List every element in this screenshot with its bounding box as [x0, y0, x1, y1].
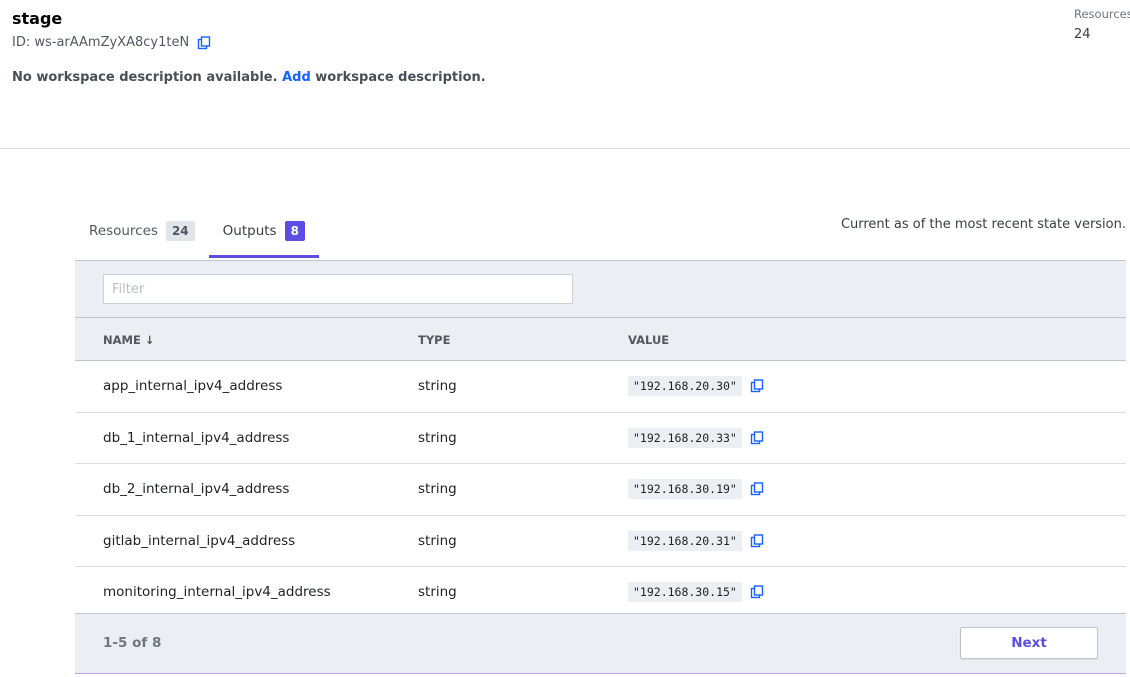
tab-count-badge: 24 — [165, 220, 195, 241]
workspace-id-row: ID: ws-arAAmZyXA8cy1teN — [12, 35, 211, 50]
output-name: monitoring_internal_ipv4_address — [103, 584, 331, 600]
column-header-type: TYPE — [418, 333, 451, 347]
copy-icon[interactable] — [750, 379, 764, 393]
column-header-name[interactable]: NAME ↓ — [103, 333, 154, 347]
output-value-cell: "192.168.30.19" — [628, 479, 764, 499]
table-row: monitoring_internal_ipv4_address string … — [75, 567, 1126, 619]
header-divider — [0, 148, 1130, 149]
pagination-bar: 1-5 of 8 Next — [75, 613, 1126, 673]
workspace-id: ID: ws-arAAmZyXA8cy1teN — [12, 35, 190, 50]
output-name: db_1_internal_ipv4_address — [103, 429, 290, 446]
tab-bar: Resources 24 Outputs 8 — [75, 203, 319, 258]
filter-input[interactable] — [103, 274, 573, 304]
arrow-down-icon: ↓ — [144, 333, 155, 347]
output-type: string — [418, 481, 457, 497]
output-value: "192.168.20.31" — [628, 530, 742, 551]
resources-summary-label: Resources — [1074, 7, 1130, 21]
table-row: gitlab_internal_ipv4_address string "192… — [75, 516, 1126, 567]
output-name: app_internal_ipv4_address — [103, 378, 283, 394]
output-value-cell: "192.168.30.15" — [628, 582, 764, 602]
workspace-description: No workspace description available. Add … — [12, 70, 486, 85]
next-page-button[interactable]: Next — [960, 627, 1098, 659]
copy-icon[interactable] — [750, 585, 764, 599]
output-value-cell: "192.168.20.33" — [628, 427, 764, 448]
table-row: app_internal_ipv4_address string "192.16… — [75, 361, 1126, 413]
outputs-panel: NAME ↓ TYPE VALUE app_internal_ipv4_addr… — [75, 260, 1126, 674]
tab-label: Outputs — [222, 222, 277, 239]
column-name-label: NAME — [103, 333, 141, 347]
table-row: db_2_internal_ipv4_address string "192.1… — [75, 464, 1126, 516]
description-suffix: workspace description. — [315, 70, 486, 85]
output-type: string — [418, 429, 457, 446]
table-row: db_1_internal_ipv4_address string "192.1… — [75, 413, 1126, 464]
tab-resources[interactable]: Resources 24 — [75, 203, 209, 258]
output-type: string — [418, 532, 457, 549]
copy-icon[interactable] — [750, 482, 764, 496]
pagination-info: 1-5 of 8 — [103, 635, 162, 651]
tab-label: Resources — [89, 222, 158, 239]
output-value: "192.168.20.33" — [628, 427, 742, 448]
state-version-note: Current as of the most recent state vers… — [840, 217, 1126, 232]
filter-bar — [75, 261, 1126, 318]
output-value: "192.168.30.19" — [628, 479, 742, 499]
add-description-link[interactable]: Add — [282, 70, 311, 85]
output-type: string — [418, 584, 457, 600]
description-text: No workspace description available. — [12, 70, 278, 85]
resources-summary: Resources 24 — [1074, 7, 1130, 42]
output-name: db_2_internal_ipv4_address — [103, 481, 290, 497]
copy-icon[interactable] — [750, 533, 764, 548]
table-header: NAME ↓ TYPE VALUE — [75, 318, 1126, 361]
workspace-title: stage — [12, 9, 63, 28]
resources-summary-value: 24 — [1074, 27, 1091, 42]
tab-outputs[interactable]: Outputs 8 — [208, 203, 319, 258]
output-value: "192.168.20.30" — [628, 376, 742, 396]
copy-icon[interactable] — [197, 35, 211, 50]
copy-icon[interactable] — [750, 430, 764, 445]
output-value-cell: "192.168.20.30" — [628, 376, 764, 396]
output-name: gitlab_internal_ipv4_address — [103, 532, 296, 549]
column-header-value: VALUE — [628, 333, 670, 347]
output-value-cell: "192.168.20.31" — [628, 530, 764, 551]
tab-count-badge: 8 — [284, 220, 305, 241]
output-type: string — [418, 378, 457, 394]
output-value: "192.168.30.15" — [628, 582, 742, 602]
